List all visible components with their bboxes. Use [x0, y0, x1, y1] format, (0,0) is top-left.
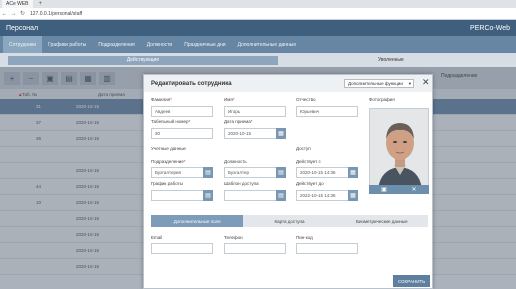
dialog-title: Редактировать сотрудника: [151, 80, 232, 87]
tab-departments[interactable]: Подразделения: [92, 36, 140, 53]
extra-functions-select[interactable]: Дополнительные функции ▾: [344, 79, 414, 88]
tabnum-label: Табельный номер*: [151, 119, 191, 124]
calendar-icon[interactable]: ▦: [276, 128, 286, 139]
photo-toolbar: ▣ ✕: [369, 185, 429, 194]
date-value[interactable]: 2020-10-15 14:36: [296, 167, 348, 178]
valid-to-label: Действует до: [296, 181, 324, 186]
phone-field[interactable]: [224, 243, 286, 254]
back-icon[interactable]: ←: [0, 11, 9, 17]
label-text: Имя: [224, 97, 233, 102]
browser-tab-label: ACe WEB: [6, 1, 29, 7]
list-icon[interactable]: ▤: [203, 190, 213, 201]
schedule-select[interactable]: ▤: [151, 190, 213, 201]
app-title: Персонал: [6, 24, 39, 32]
status-tabs: Действующие Уволенные: [0, 53, 516, 67]
edit-employee-dialog: Редактировать сотрудника Дополнительные …: [143, 74, 433, 289]
app-header: Персонал PERCo-Web: [0, 20, 516, 36]
phone-label: Телефон: [224, 235, 243, 240]
access-template-label: Шаблон доступа: [224, 181, 259, 186]
tab-extra-data[interactable]: Дополнительные данные: [232, 36, 303, 53]
tab-label: Праздничные дни: [184, 41, 226, 48]
email-label: Email: [151, 235, 163, 240]
main-nav: Сотрудники Графики работы Подразделения …: [0, 36, 516, 53]
department-select[interactable]: Бухгалтерия ▤: [151, 167, 213, 178]
tab-label: Должности: [146, 41, 173, 48]
firstname-field[interactable]: Игорь: [224, 106, 286, 117]
new-tab-icon[interactable]: +: [39, 1, 43, 7]
tab-label: Подразделения: [98, 41, 135, 48]
label-text: Фамилия: [151, 97, 171, 102]
position-label: Должность: [224, 159, 247, 164]
valid-from-picker[interactable]: 2020-10-15 14:36 ▦: [296, 167, 358, 178]
department-value[interactable]: Бухгалтерия: [151, 167, 203, 178]
select-value: Дополнительные функции: [348, 81, 403, 86]
access-template-value[interactable]: [224, 190, 276, 201]
firstname-label: Имя*: [224, 97, 235, 102]
employee-photo: [369, 108, 429, 189]
photo-label: Фотография: [369, 97, 395, 102]
access-section-label: Доступ: [296, 146, 311, 151]
schedule-label: График работы: [151, 181, 183, 186]
label-text: Подразделение: [151, 159, 184, 164]
brand-logo: PERCo-Web: [470, 24, 510, 32]
reload-icon[interactable]: ↻: [18, 10, 27, 17]
tab-label: Действующие: [126, 57, 160, 63]
date-value[interactable]: 2020-10-15: [224, 128, 276, 139]
person-photo-icon: [370, 109, 428, 188]
department-label: Подразделение*: [151, 159, 186, 164]
position-value[interactable]: Бухгалтер: [224, 167, 276, 178]
pin-label: Пин-код: [296, 235, 313, 240]
dialog-tabs: Дополнительные поля Карта доступа Биомет…: [151, 215, 428, 227]
address-bar: ← → ↻ 127.0.0.1/personal/staff: [0, 8, 516, 20]
position-select[interactable]: Бухгалтер ▤: [224, 167, 286, 178]
access-template-select[interactable]: ▤: [224, 190, 286, 201]
tab-label: Дополнительные данные: [237, 41, 297, 48]
schedule-value[interactable]: [151, 190, 203, 201]
tab-label: Сотрудники: [9, 41, 37, 48]
tab-dismissed-staff[interactable]: Уволенные: [378, 57, 404, 63]
valid-from-label: Действует с: [296, 159, 321, 164]
tab-label: Биометрические данные: [355, 218, 408, 224]
label-text: Дата приема: [224, 119, 251, 124]
hire-date-label: Дата приема*: [224, 119, 253, 124]
browser-tab-strip: ACe WEB +: [0, 0, 516, 8]
valid-to-picker[interactable]: 2022-10-15 14:36 ▦: [296, 190, 358, 201]
tabnum-field[interactable]: 30: [151, 128, 213, 139]
lastname-field[interactable]: Авдеев: [151, 106, 213, 117]
label-text: Табельный номер: [151, 119, 189, 124]
tab-access-card[interactable]: Карта доступа: [243, 215, 335, 227]
list-icon[interactable]: ▤: [276, 190, 286, 201]
pin-field[interactable]: [296, 243, 358, 254]
upload-photo-icon[interactable]: ▣: [369, 185, 399, 194]
lastname-label: Фамилия*: [151, 97, 172, 102]
tab-label: Карта доступа: [274, 218, 305, 224]
middlename-label: Отчество: [296, 97, 316, 102]
tab-label: Графики работы: [48, 41, 87, 48]
close-icon[interactable]: ✕: [422, 77, 430, 88]
chevron-down-icon: ▾: [408, 80, 411, 86]
save-button[interactable]: СОХРАНИТЬ: [393, 275, 430, 287]
email-field[interactable]: [151, 243, 213, 254]
forward-icon[interactable]: →: [9, 11, 18, 17]
delete-photo-icon[interactable]: ✕: [399, 185, 429, 194]
tab-employees[interactable]: Сотрудники: [3, 36, 43, 53]
tab-label: Дополнительные поля: [173, 218, 221, 224]
tab-schedules[interactable]: Графики работы: [42, 36, 92, 53]
url-text[interactable]: 127.0.0.1/personal/staff: [30, 11, 82, 17]
tab-active-staff[interactable]: Действующие: [8, 55, 278, 65]
list-icon[interactable]: ▤: [276, 167, 286, 178]
date-value[interactable]: 2022-10-15 14:36: [296, 190, 348, 201]
tab-extra-fields[interactable]: Дополнительные поля: [151, 215, 244, 227]
account-section-label: Учетные данные: [151, 146, 186, 151]
calendar-icon[interactable]: ▦: [348, 167, 358, 178]
tab-holidays[interactable]: Праздничные дни: [178, 36, 231, 53]
tab-biometrics[interactable]: Биометрические данные: [336, 215, 428, 227]
hire-date-picker[interactable]: 2020-10-15 ▦: [224, 128, 286, 139]
calendar-icon[interactable]: ▦: [348, 190, 358, 201]
middlename-field[interactable]: Юрьевич: [296, 106, 358, 117]
browser-tab[interactable]: ACe WEB: [2, 0, 33, 8]
tab-positions[interactable]: Должности: [141, 36, 179, 53]
list-icon[interactable]: ▤: [203, 167, 213, 178]
